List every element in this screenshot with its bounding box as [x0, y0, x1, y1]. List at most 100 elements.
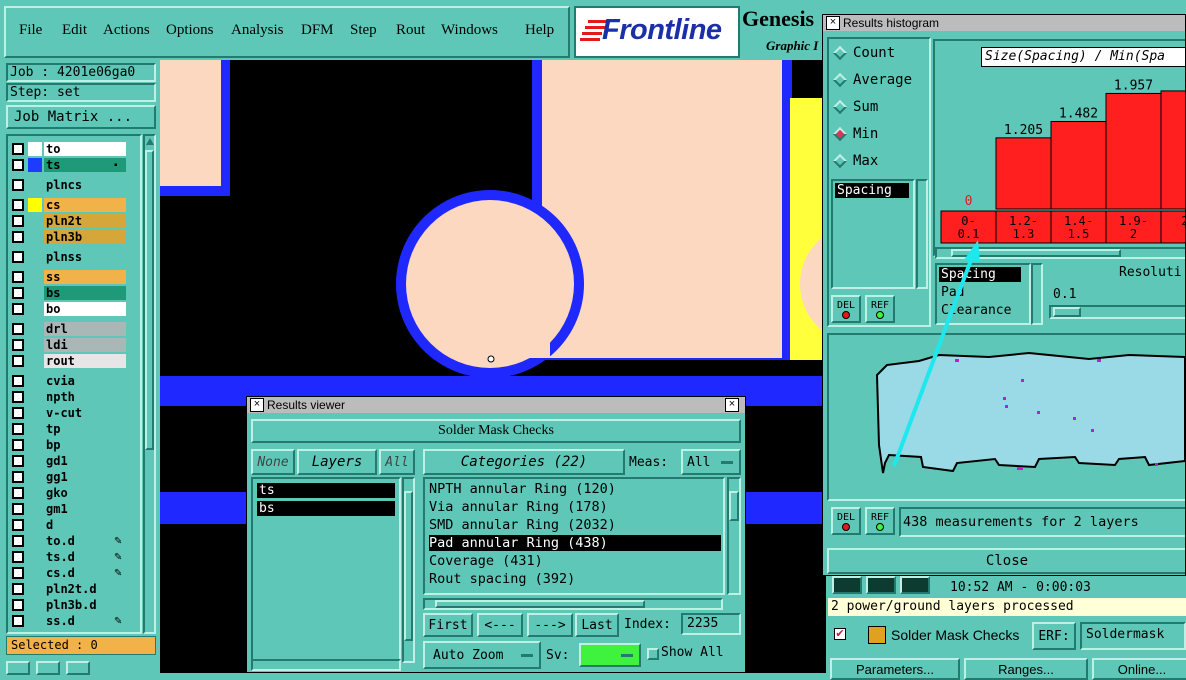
first-button[interactable]: First — [423, 613, 473, 637]
layer-row-rout[interactable]: rout — [10, 354, 126, 368]
menu-dfm[interactable]: DFM — [301, 22, 334, 39]
layer-color-swatch[interactable] — [28, 302, 42, 316]
layer-name[interactable]: plncs — [44, 178, 126, 192]
layer-checkbox[interactable] — [12, 231, 24, 243]
layer-checkbox[interactable] — [12, 519, 24, 531]
layer-row-npth[interactable]: npth — [10, 390, 126, 404]
layer-name[interactable]: bo — [44, 302, 126, 316]
layer-row-drl[interactable]: drl — [10, 322, 126, 336]
layer-name[interactable]: pln3b — [44, 230, 126, 244]
layer-color-swatch[interactable] — [28, 518, 42, 532]
preview-del-button[interactable]: DEL — [831, 507, 861, 535]
layer-list[interactable]: to ts ▪ plncs cs pln2t pln3b plnss ss bs bo drl ldi r… — [6, 134, 142, 634]
layer-row-gg1[interactable]: gg1 — [10, 470, 126, 484]
index-field[interactable]: 2235 — [681, 613, 741, 635]
window-menu-icon[interactable]: × — [250, 398, 264, 412]
layer-name[interactable]: tp — [44, 422, 126, 436]
category-list[interactable]: NPTH annular Ring (120) Via annular Ring … — [423, 477, 725, 595]
layer-checkbox[interactable] — [12, 339, 24, 351]
measure-scrollbar[interactable] — [1031, 263, 1043, 325]
layer-checkbox[interactable] — [12, 323, 24, 335]
none-button[interactable]: None — [251, 449, 295, 475]
layer-color-swatch[interactable] — [28, 486, 42, 500]
category-scrollbar[interactable] — [727, 477, 741, 595]
layer-name[interactable]: gm1 — [44, 502, 126, 516]
layer-checkbox[interactable] — [12, 455, 24, 467]
layer-checkbox[interactable] — [12, 535, 24, 547]
layer-color-swatch[interactable] — [28, 286, 42, 300]
layer-checkbox[interactable] — [12, 407, 24, 419]
layer-name[interactable]: pln2t — [44, 214, 126, 228]
layers-button[interactable]: Layers — [297, 449, 377, 475]
layer-row-ldi[interactable]: ldi — [10, 338, 126, 352]
layer-checkbox[interactable] — [12, 199, 24, 211]
layer-checkbox[interactable] — [12, 583, 24, 595]
layer-name[interactable]: bp — [44, 438, 126, 452]
layer-color-swatch[interactable] — [28, 470, 42, 484]
preview-ref-button[interactable]: REF — [865, 507, 895, 535]
layer-row-bs[interactable]: bs — [10, 286, 126, 300]
layer-checkbox[interactable] — [12, 355, 24, 367]
radio-diamond-icon[interactable] — [832, 153, 848, 169]
layer-name[interactable]: to — [44, 142, 126, 156]
layer-color-swatch[interactable] — [28, 322, 42, 336]
results-viewer-titlebar[interactable]: × Results viewer × — [247, 397, 745, 413]
scroll-thumb[interactable] — [145, 150, 154, 450]
type-scrollbar[interactable] — [916, 179, 928, 289]
next-button[interactable]: ---> — [527, 613, 573, 637]
mode-radio-count[interactable]: Count — [832, 45, 895, 61]
layer-row-gm1[interactable]: gm1 — [10, 502, 126, 516]
category-item[interactable]: SMD annular Ring (2032) — [429, 517, 616, 533]
mode-radio-sum[interactable]: Sum — [832, 99, 878, 115]
layer-row-v-cut[interactable]: v-cut — [10, 406, 126, 420]
layer-name[interactable]: rout — [44, 354, 126, 368]
layer-row-cvia[interactable]: cvia — [10, 374, 126, 388]
layer-color-swatch[interactable] — [28, 598, 42, 612]
layer-color-swatch[interactable] — [28, 250, 42, 264]
layer-name[interactable]: pln3b.d — [44, 598, 126, 612]
layer-checkbox[interactable] — [12, 471, 24, 483]
slider-thumb[interactable] — [1053, 307, 1081, 317]
layer-color-swatch[interactable] — [28, 582, 42, 596]
layer-color-swatch[interactable] — [28, 406, 42, 420]
type-list[interactable]: Spacing — [831, 179, 915, 289]
menu-edit[interactable]: Edit — [62, 22, 87, 39]
radio-diamond-icon[interactable] — [832, 126, 848, 142]
menu-actions[interactable]: Actions — [103, 22, 150, 39]
layer-checkbox[interactable] — [12, 615, 24, 627]
histogram-plot[interactable]: Size(Spacing) / Min(Spa 0 0- 0.1 1.205 1.2- 1… — [933, 39, 1185, 257]
layer-name[interactable]: gg1 — [44, 470, 126, 484]
layer-checkbox[interactable] — [12, 439, 24, 451]
measure-item[interactable]: Pad — [939, 285, 964, 300]
ranges-button[interactable]: Ranges... — [964, 658, 1088, 680]
all-button[interactable]: All — [379, 449, 415, 475]
layer-row-plnss[interactable]: plnss — [10, 250, 126, 264]
layer-row-ss.d[interactable]: ss.d ✎ — [10, 614, 126, 628]
histogram-hscroll[interactable] — [935, 247, 1185, 259]
layer-row-bp[interactable]: bp — [10, 438, 126, 452]
erf-field[interactable]: Soldermask — [1080, 622, 1186, 650]
layer-color-swatch[interactable] — [28, 454, 42, 468]
results-layer-list[interactable]: ts bs — [251, 477, 401, 663]
close-button[interactable]: Close — [827, 548, 1185, 574]
layer-row-ts.d[interactable]: ts.d ✎ — [10, 550, 126, 564]
scroll-thumb[interactable] — [404, 491, 413, 641]
menu-help[interactable]: Help — [525, 22, 554, 39]
layer-name[interactable]: bs — [44, 286, 126, 300]
layer-color-swatch[interactable] — [28, 158, 42, 172]
result-layer-item[interactable]: ts — [257, 483, 395, 498]
layer-checkbox[interactable] — [12, 503, 24, 515]
menu-step[interactable]: Step — [350, 22, 377, 39]
layer-name[interactable]: cs — [44, 198, 126, 212]
layer-name[interactable]: d — [44, 518, 126, 532]
close-icon[interactable]: × — [725, 398, 739, 412]
layer-row-to.d[interactable]: to.d ✎ — [10, 534, 126, 548]
layer-color-swatch[interactable] — [28, 550, 42, 564]
categories-button[interactable]: Categories (22) — [423, 449, 625, 475]
layer-checkbox[interactable] — [12, 487, 24, 499]
measure-item[interactable]: Spacing — [939, 267, 1021, 282]
layer-row-tp[interactable]: tp — [10, 422, 126, 436]
layer-row-gd1[interactable]: gd1 — [10, 454, 126, 468]
layer-name[interactable]: npth — [44, 390, 126, 404]
layer-color-swatch[interactable] — [28, 566, 42, 580]
